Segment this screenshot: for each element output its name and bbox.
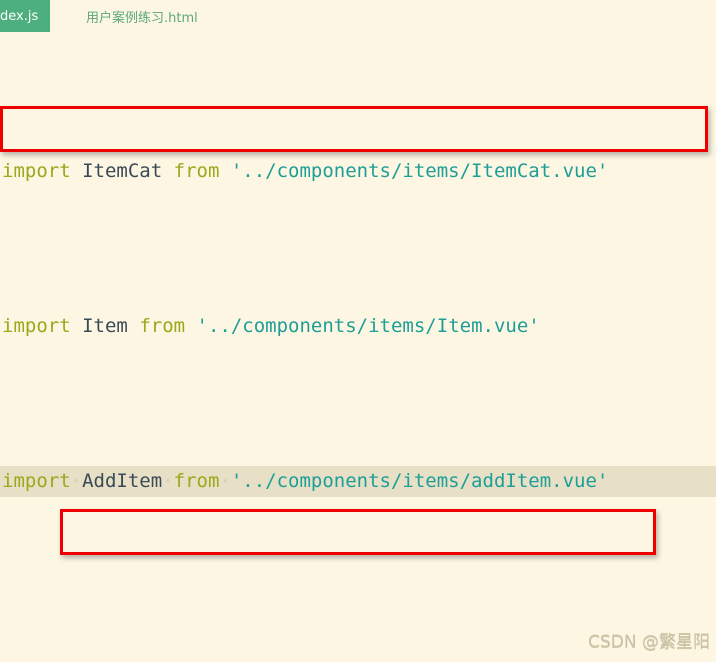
code-line: import ItemCat from '../components/items… bbox=[0, 156, 716, 187]
code-line-highlighted-import: import·AddItem·from·'../components/items… bbox=[0, 466, 716, 497]
editor-tab-bar: dex.js 用户案例练习.html bbox=[0, 0, 716, 32]
watermark-secondary-text: CSDN @繁星阳 bbox=[588, 633, 710, 653]
token-space-dot: · bbox=[162, 470, 174, 492]
token-string: '../components/items/Item.vue' bbox=[196, 315, 540, 337]
code-editor-screenshot: dex.js 用户案例练习.html import ItemCat from '… bbox=[0, 0, 716, 662]
token-space-dot: · bbox=[70, 470, 83, 492]
token-identifier: ItemCat bbox=[82, 160, 163, 182]
tab-user-case-html[interactable]: 用户案例练习.html bbox=[72, 0, 212, 32]
token-space-dot: · bbox=[219, 470, 231, 492]
csdn-watermark: CSDN @繁星阳 CSDN @繁星阳 bbox=[588, 627, 710, 653]
token-string: '../components/items/ItemCat.vue' bbox=[230, 160, 609, 182]
tab-index-js-label: dex.js bbox=[0, 8, 39, 24]
token-keyword-from: from bbox=[173, 470, 220, 492]
token-keyword-from: from bbox=[173, 160, 220, 182]
code-line: import Item from '../components/items/It… bbox=[0, 311, 716, 342]
token-identifier: AddItem bbox=[82, 470, 163, 492]
token-string: '../components/items/addItem.vue' bbox=[230, 470, 609, 492]
tab-index-js[interactable]: dex.js bbox=[0, 0, 50, 32]
token-identifier: Item bbox=[82, 315, 128, 337]
tab-user-case-html-label: 用户案例练习.html bbox=[86, 10, 198, 26]
token-keyword: import bbox=[2, 160, 71, 182]
token-keyword: import bbox=[2, 470, 71, 492]
token-keyword-from: from bbox=[139, 315, 186, 337]
code-content[interactable]: import ItemCat from '../components/items… bbox=[0, 32, 716, 662]
token-keyword: import bbox=[2, 315, 71, 337]
